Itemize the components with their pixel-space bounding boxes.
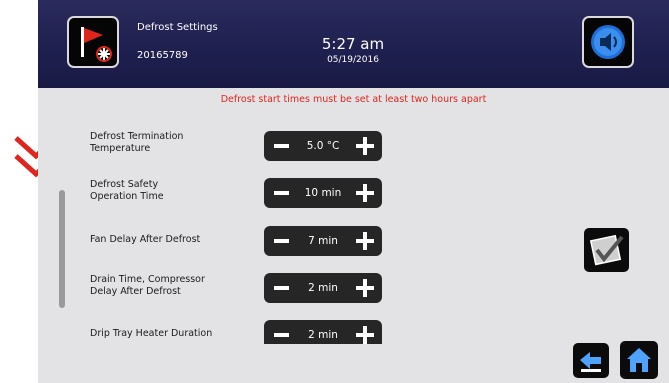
speaker-icon: [591, 25, 625, 59]
label-line: Defrost Safety: [90, 179, 159, 190]
red-flag-snowflake-icon: [81, 27, 112, 62]
plus-button[interactable]: [356, 232, 374, 250]
stepper-value: 2 min: [308, 282, 338, 294]
warning-message: Defrost start times must be set at least…: [220, 94, 487, 105]
minus-button[interactable]: [274, 144, 289, 148]
defrost-mode-button[interactable]: [67, 16, 119, 68]
stepper-value: 10 min: [304, 187, 342, 199]
device-screen: Defrost Settings 20165789 5:27 am 05/19/…: [38, 0, 669, 383]
clock-time: 5:27 am: [321, 35, 385, 53]
minus-button[interactable]: [274, 286, 289, 290]
setting-label-termination-temp: Defrost Termination Temperature: [90, 131, 183, 155]
confirm-button[interactable]: [584, 228, 629, 272]
label-line: Temperature: [90, 143, 151, 154]
label-line: Fan Delay After Defrost: [90, 234, 201, 245]
stepper-value: 7 min: [308, 235, 338, 247]
stepper-clip: 2 min: [264, 320, 382, 344]
setting-label-drip-tray: Drip Tray Heater Duration: [90, 328, 212, 340]
minus-button[interactable]: [274, 191, 289, 195]
setting-label-safety-time: Defrost Safety Operation Time: [90, 179, 164, 203]
plus-button[interactable]: [356, 326, 374, 344]
stepper-value: 5.0 °C: [306, 140, 340, 152]
label-line: Defrost Termination: [90, 131, 184, 142]
label-line: Drip Tray Heater Duration: [90, 328, 213, 339]
unit-id: 20165789: [137, 50, 188, 61]
header-title: Defrost Settings: [137, 22, 218, 33]
label-line: Delay After Defrost: [90, 286, 181, 297]
setting-label-drain-time: Drain Time, Compressor Delay After Defro…: [90, 274, 205, 298]
setting-label-fan-delay: Fan Delay After Defrost: [90, 234, 200, 246]
stepper-safety-time: 10 min: [264, 178, 382, 208]
plus-button[interactable]: [356, 137, 374, 155]
label-line: Operation Time: [90, 191, 164, 202]
stepper-value: 2 min: [308, 329, 338, 341]
stepper-termination-temp: 5.0 °C: [264, 131, 382, 161]
plus-button[interactable]: [356, 279, 374, 297]
stepper-drip-tray: 2 min: [264, 320, 382, 344]
label-line: Drain Time, Compressor: [90, 274, 205, 285]
checkmark-icon: [589, 234, 624, 266]
minus-button[interactable]: [274, 239, 289, 243]
home-icon: [627, 348, 651, 372]
stepper-fan-delay: 7 min: [264, 226, 382, 256]
header-bar: Defrost Settings 20165789 5:27 am 05/19/…: [38, 0, 669, 88]
back-arrow-icon: [580, 352, 601, 372]
plus-button[interactable]: [356, 184, 374, 202]
minus-button[interactable]: [274, 333, 289, 337]
stepper-drain-time: 2 min: [264, 273, 382, 303]
back-button[interactable]: [573, 343, 609, 378]
clock-date: 05/19/2016: [327, 55, 379, 65]
scrollbar[interactable]: [59, 190, 65, 308]
home-button[interactable]: [620, 341, 658, 379]
sound-button[interactable]: [582, 16, 634, 68]
